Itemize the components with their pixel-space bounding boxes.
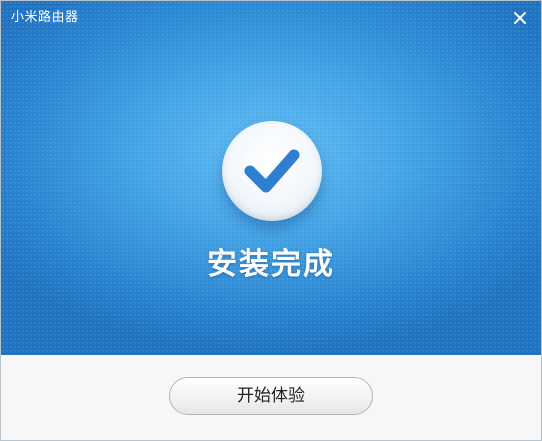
window-title: 小米路由器 [11,10,79,25]
footer-bar: 开始体验 [1,355,541,440]
start-experience-button[interactable]: 开始体验 [169,377,373,415]
success-badge [222,121,322,221]
checkmark-icon [244,149,300,193]
install-complete-text: 安装完成 [207,247,335,282]
close-button[interactable] [511,9,529,27]
close-icon[interactable] [511,9,529,27]
installer-window: 小米路由器 安装完成 开始体验 [0,0,542,441]
success-banner: 小米路由器 安装完成 [1,1,541,355]
